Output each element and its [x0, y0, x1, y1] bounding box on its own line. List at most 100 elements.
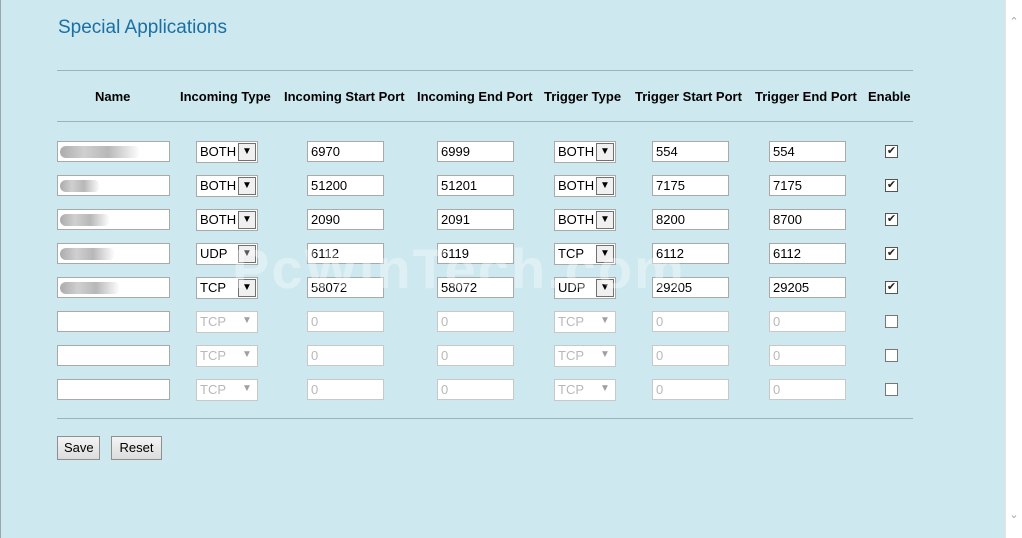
enable-checkbox[interactable] [885, 315, 898, 328]
trigger-end-port-field[interactable]: 554 [769, 141, 846, 162]
divider-top [57, 70, 913, 71]
redacted-name [60, 146, 140, 158]
trigger-start-port-field[interactable]: 554 [652, 141, 729, 162]
application-name-field[interactable] [57, 141, 170, 162]
incoming-end-port-field[interactable]: 0 [437, 379, 514, 400]
trigger-start-port-field[interactable]: 0 [652, 379, 729, 400]
trigger-end-port-field[interactable]: 29205 [769, 277, 846, 298]
trigger-start-port-field[interactable]: 0 [652, 345, 729, 366]
column-header-incoming-type: Incoming Type [180, 89, 271, 104]
enable-checkbox[interactable]: ✔ [885, 247, 898, 260]
trigger-start-port-field[interactable]: 0 [652, 311, 729, 332]
incoming-start-port-field[interactable]: 2090 [307, 209, 384, 230]
trigger-end-port-field[interactable]: 7175 [769, 175, 846, 196]
chevron-down-icon[interactable]: ⌄ [1006, 507, 1022, 524]
page-title: Special Applications [58, 17, 227, 38]
trigger-type-select[interactable]: UDP ▼ [554, 277, 616, 299]
incoming-start-port-field[interactable]: 6970 [307, 141, 384, 162]
chevron-down-icon: ▼ [238, 245, 256, 263]
enable-checkbox[interactable]: ✔ [885, 145, 898, 158]
reset-button[interactable]: Reset [111, 436, 162, 460]
incoming-end-port-field[interactable]: 0 [437, 311, 514, 332]
incoming-end-port-field[interactable]: 51201 [437, 175, 514, 196]
divider-bottom [57, 418, 913, 419]
column-header-incoming-start-port: Incoming Start Port [284, 89, 405, 104]
enable-checkbox[interactable]: ✔ [885, 281, 898, 294]
checkmark-icon: ✔ [886, 213, 897, 225]
incoming-start-port-field[interactable]: 6112 [307, 243, 384, 264]
incoming-type-select[interactable]: TCP ▼ [196, 277, 258, 299]
application-name-field[interactable] [57, 277, 170, 298]
vertical-scrollbar[interactable]: ⌃ ⌄ [1005, 0, 1022, 538]
trigger-type-select[interactable]: TCP ▼ [554, 379, 616, 401]
application-name-field[interactable] [57, 243, 170, 264]
chevron-down-icon: ▼ [600, 349, 610, 360]
checkmark-icon: ✔ [886, 281, 897, 293]
chevron-up-icon[interactable]: ⌃ [1006, 14, 1022, 31]
trigger-end-port-field[interactable]: 0 [769, 311, 846, 332]
divider-header [57, 121, 913, 122]
application-name-field[interactable] [57, 209, 170, 230]
enable-checkbox[interactable] [885, 383, 898, 396]
chevron-down-icon: ▼ [600, 315, 610, 326]
chevron-down-icon: ▼ [596, 177, 614, 195]
column-header-trigger-end-port: Trigger End Port [755, 89, 857, 104]
incoming-start-port-field[interactable]: 58072 [307, 277, 384, 298]
incoming-type-select[interactable]: BOTH ▼ [196, 141, 258, 163]
incoming-type-select[interactable]: BOTH ▼ [196, 175, 258, 197]
incoming-start-port-field[interactable]: 51200 [307, 175, 384, 196]
incoming-type-select[interactable]: TCP ▼ [196, 379, 258, 401]
column-header-enable: Enable [868, 89, 911, 104]
trigger-type-select[interactable]: BOTH ▼ [554, 175, 616, 197]
chevron-down-icon: ▼ [238, 211, 256, 229]
trigger-end-port-field[interactable]: 6112 [769, 243, 846, 264]
redacted-name [60, 180, 100, 192]
chevron-down-icon: ▼ [242, 349, 252, 360]
column-header-name: Name [95, 89, 131, 104]
incoming-end-port-field[interactable]: 2091 [437, 209, 514, 230]
incoming-start-port-field[interactable]: 0 [307, 379, 384, 400]
application-name-field[interactable] [57, 311, 170, 332]
incoming-type-select[interactable]: UDP ▼ [196, 243, 258, 265]
trigger-type-select[interactable]: TCP ▼ [554, 243, 616, 265]
application-name-field[interactable] [57, 345, 170, 366]
enable-checkbox[interactable]: ✔ [885, 179, 898, 192]
trigger-start-port-field[interactable]: 7175 [652, 175, 729, 196]
checkmark-icon: ✔ [886, 247, 897, 259]
enable-checkbox[interactable]: ✔ [885, 213, 898, 226]
chevron-down-icon: ▼ [596, 279, 614, 297]
column-header-incoming-end-port: Incoming End Port [417, 89, 533, 104]
incoming-type-select[interactable]: TCP ▼ [196, 345, 258, 367]
incoming-end-port-field[interactable]: 0 [437, 345, 514, 366]
incoming-end-port-field[interactable]: 58072 [437, 277, 514, 298]
save-button[interactable]: Save [57, 436, 100, 460]
redacted-name [60, 214, 110, 226]
incoming-end-port-field[interactable]: 6999 [437, 141, 514, 162]
chevron-down-icon: ▼ [238, 177, 256, 195]
trigger-start-port-field[interactable]: 8200 [652, 209, 729, 230]
trigger-type-select[interactable]: TCP ▼ [554, 311, 616, 333]
incoming-type-select[interactable]: TCP ▼ [196, 311, 258, 333]
trigger-end-port-field[interactable]: 0 [769, 345, 846, 366]
enable-checkbox[interactable] [885, 349, 898, 362]
chevron-down-icon: ▼ [238, 279, 256, 297]
application-name-field[interactable] [57, 379, 170, 400]
incoming-start-port-field[interactable]: 0 [307, 311, 384, 332]
trigger-type-select[interactable]: BOTH ▼ [554, 209, 616, 231]
trigger-end-port-field[interactable]: 0 [769, 379, 846, 400]
incoming-start-port-field[interactable]: 0 [307, 345, 384, 366]
application-name-field[interactable] [57, 175, 170, 196]
incoming-end-port-field[interactable]: 6119 [437, 243, 514, 264]
trigger-start-port-field[interactable]: 29205 [652, 277, 729, 298]
chevron-down-icon: ▼ [600, 383, 610, 394]
trigger-type-select[interactable]: BOTH ▼ [554, 141, 616, 163]
chevron-down-icon: ▼ [242, 315, 252, 326]
chevron-down-icon: ▼ [242, 383, 252, 394]
trigger-start-port-field[interactable]: 6112 [652, 243, 729, 264]
checkmark-icon: ✔ [886, 145, 897, 157]
incoming-type-select[interactable]: BOTH ▼ [196, 209, 258, 231]
redacted-name [60, 282, 120, 294]
trigger-type-select[interactable]: TCP ▼ [554, 345, 616, 367]
trigger-end-port-field[interactable]: 8700 [769, 209, 846, 230]
chevron-down-icon: ▼ [596, 143, 614, 161]
